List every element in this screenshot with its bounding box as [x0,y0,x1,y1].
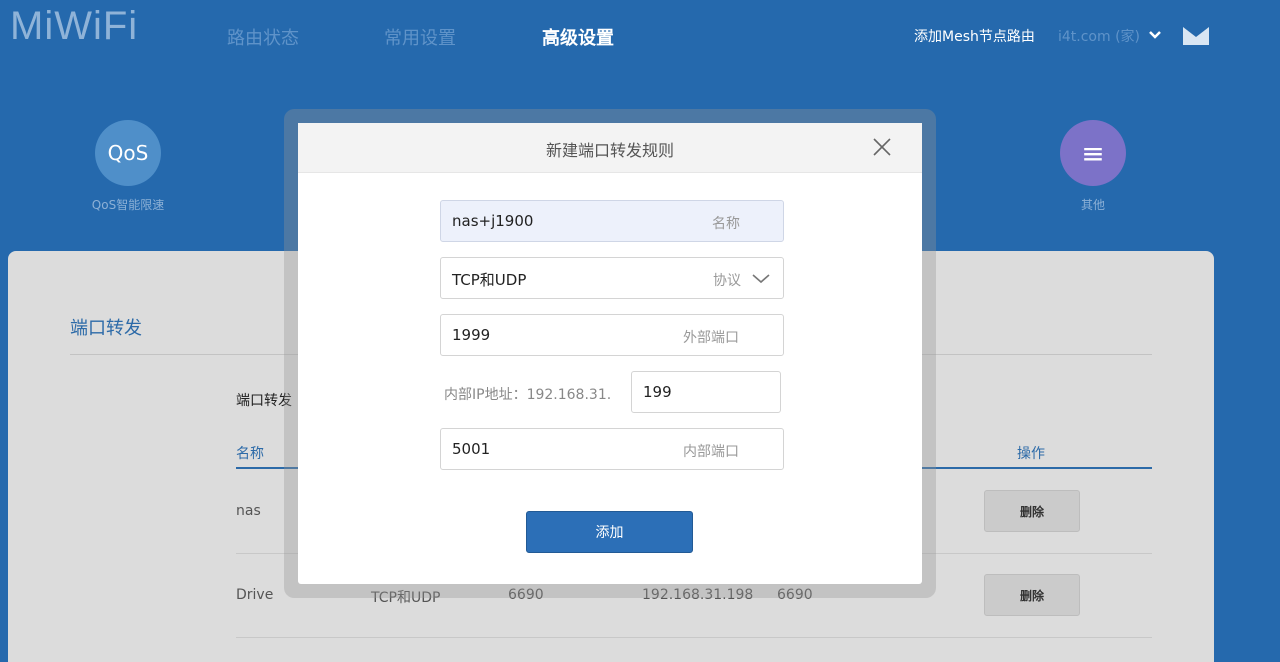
internal-port-placeholder: 内部端口 [683,444,739,460]
top-bar: MiWiFi 路由状态 常用设置 高级设置 添加Mesh节点路由 i4t.com… [0,0,1280,72]
app-qos[interactable]: QoS QoS智能限速 [78,120,178,213]
name-input[interactable]: nas+j1900 名称 [440,200,784,242]
table-cell-name: nas [236,503,261,519]
table-cell-ext-port: 6690 [508,587,544,603]
table-cell-int-port: 6690 [777,587,813,603]
section-title: 端口转发 [236,393,292,409]
chevron-down-icon [752,274,770,284]
internal-ip-value: 199 [643,383,672,401]
protocol-placeholder: 协议 [713,273,741,289]
delete-button[interactable]: 删除 [984,574,1080,616]
new-port-forward-dialog: 新建端口转发规则 nas+j1900 名称 TCP和UDP 协议 1999 外部… [298,123,922,584]
add-mesh-link[interactable]: 添加Mesh节点路由 [914,26,1035,46]
close-icon[interactable] [870,135,894,159]
internal-port-value: 5001 [452,440,491,458]
add-button[interactable]: 添加 [526,511,693,553]
protocol-value: TCP和UDP [452,271,527,289]
nav-advanced-settings[interactable]: 高级设置 [542,24,614,50]
app-other-label: 其他 [1080,198,1105,212]
menu-icon: ≡ [1060,120,1126,186]
internal-ip-input[interactable]: 199 [631,371,781,413]
external-port-placeholder: 外部端口 [683,330,739,346]
table-cell-name: Drive [236,587,274,603]
dialog-header: 新建端口转发规则 [298,123,922,173]
app-qos-label: QoS智能限速 [91,198,165,212]
user-account[interactable]: i4t.com (家) [1058,26,1140,46]
page-title: 端口转发 [70,318,142,339]
delete-button[interactable]: 删除 [984,490,1080,532]
dialog-title: 新建端口转发规则 [545,141,674,160]
table-cell-protocol: TCP和UDP [371,590,441,606]
external-port-value: 1999 [452,326,491,344]
nav-common-settings[interactable]: 常用设置 [384,24,456,50]
mail-icon[interactable] [1183,27,1209,45]
chevron-down-icon[interactable] [1148,25,1162,45]
internal-port-input[interactable]: 5001 内部端口 [440,428,784,470]
nav-router-status[interactable]: 路由状态 [227,24,299,50]
external-port-input[interactable]: 1999 外部端口 [440,314,784,356]
qos-icon: QoS [95,120,161,186]
protocol-select[interactable]: TCP和UDP 协议 [440,257,784,299]
row-divider [236,637,1152,638]
table-cell-ip: 192.168.31.198 [642,587,754,603]
name-value: nas+j1900 [452,212,534,230]
column-header-name: 名称 [236,446,264,462]
miwifi-logo: MiWiFi [10,4,139,48]
name-placeholder: 名称 [712,216,740,232]
app-other[interactable]: ≡ 其他 [1043,120,1143,213]
internal-ip-label: 内部IP地址：192.168.31. [444,387,612,403]
column-header-action: 操作 [1017,446,1045,462]
